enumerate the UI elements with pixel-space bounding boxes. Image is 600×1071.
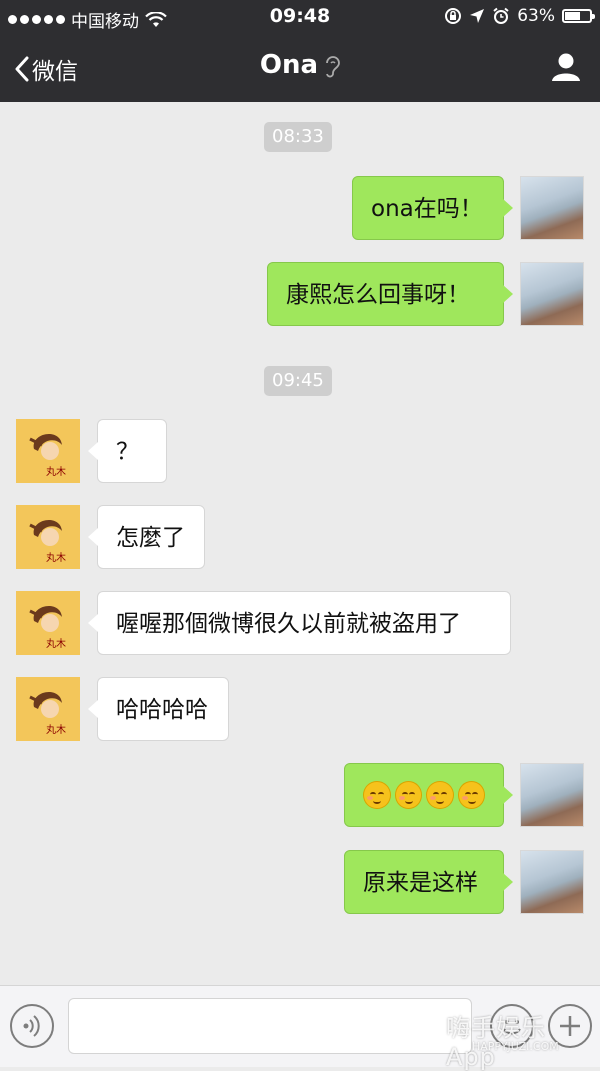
message-bubble-sent[interactable] xyxy=(344,763,513,827)
svg-text:丸木: 丸木 xyxy=(46,723,66,736)
profile-icon[interactable] xyxy=(550,52,582,82)
timestamp: 09:45 xyxy=(264,366,332,396)
contact-avatar[interactable]: 丸木 xyxy=(16,677,80,741)
contact-name: Ona xyxy=(259,50,319,80)
status-right: 63% xyxy=(444,6,595,26)
blushing-face-icon xyxy=(363,781,391,809)
emoji-row xyxy=(363,764,485,826)
nav-bar: 微信 Ona xyxy=(0,34,600,102)
cartoon-girl-icon: 丸木 xyxy=(29,433,66,478)
battery-icon xyxy=(562,9,595,23)
voice-button[interactable] xyxy=(10,1004,54,1048)
blushing-face-icon xyxy=(394,781,422,809)
ear-icon xyxy=(326,55,340,77)
my-avatar[interactable] xyxy=(520,763,584,827)
location-arrow-icon xyxy=(470,9,485,23)
cartoon-girl-icon: 丸木 xyxy=(29,605,66,650)
message-input[interactable] xyxy=(68,998,472,1054)
svg-text:丸木: 丸木 xyxy=(46,637,66,650)
contact-avatar[interactable]: 丸木 xyxy=(16,591,80,655)
svg-text:丸木: 丸木 xyxy=(46,465,66,478)
timestamp: 08:33 xyxy=(264,122,332,152)
alarm-icon xyxy=(493,7,509,24)
rotation-lock-icon xyxy=(445,8,462,24)
message-bubble-sent[interactable]: 康熙怎么回事呀！ xyxy=(267,262,513,326)
blushing-face-icon xyxy=(426,781,454,809)
message-bubble-sent[interactable]: 原来是这样 xyxy=(344,850,513,914)
message-bubble-received[interactable]: 哈哈哈哈 xyxy=(88,677,229,741)
message-bubble-received[interactable]: ？ xyxy=(88,419,167,483)
contact-avatar[interactable]: 丸木 xyxy=(16,419,80,483)
battery-percent: 63% xyxy=(517,6,555,26)
my-avatar[interactable] xyxy=(520,176,584,240)
svg-text:丸木: 丸木 xyxy=(46,551,66,564)
contact-avatar[interactable]: 丸木 xyxy=(16,505,80,569)
message-bubble-received[interactable]: 喔喔那個微博很久以前就被盗用了 xyxy=(88,591,511,655)
voice-icon xyxy=(23,1015,40,1037)
watermark-sub: HAPPYJUZI.COM xyxy=(472,1040,559,1053)
my-avatar[interactable] xyxy=(520,262,584,326)
header: 中国移动 09:48 63% 微信 Ona xyxy=(0,0,600,102)
message-bubble-sent[interactable]: ona在吗！ xyxy=(352,176,513,240)
my-avatar[interactable] xyxy=(520,850,584,914)
status-bar: 中国移动 09:48 63% xyxy=(0,0,600,34)
cartoon-girl-icon: 丸木 xyxy=(29,519,66,564)
chat-title: Ona xyxy=(0,50,600,80)
cartoon-girl-icon: 丸木 xyxy=(29,691,66,736)
message-bubble-received[interactable]: 怎麼了 xyxy=(88,505,205,569)
blushing-face-icon xyxy=(457,781,485,809)
